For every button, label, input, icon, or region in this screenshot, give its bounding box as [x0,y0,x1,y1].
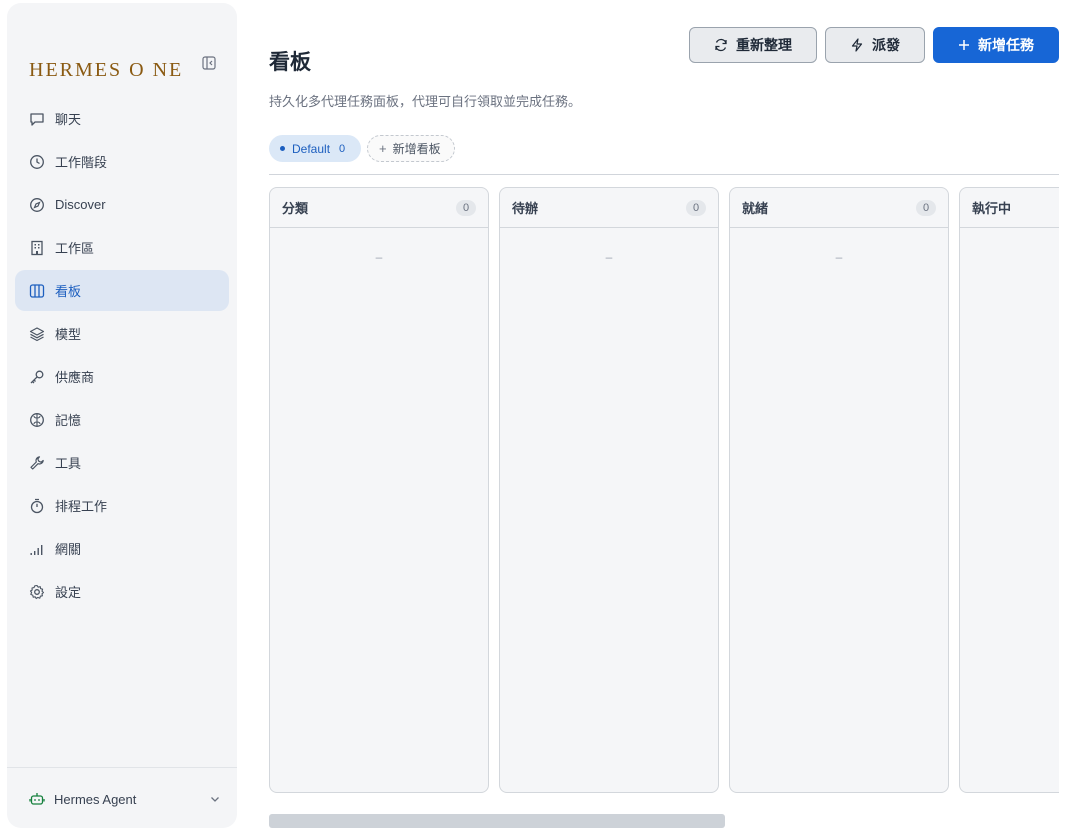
sidebar-item-label: 排程工作 [55,499,108,514]
column-title: 分類 [282,201,309,216]
sidebar-item-kanban[interactable]: 看板 [15,270,229,311]
agent-name: Hermes Agent [54,791,137,807]
sidebar-item-label: 設定 [55,585,82,600]
dispatch-button-label: 派發 [872,37,900,53]
collapse-sidebar-icon[interactable] [201,55,217,71]
refresh-button-label: 重新整理 [736,37,792,53]
sidebar-item-label: 供應商 [55,370,95,385]
refresh-icon [714,38,728,52]
sidebar-item-memory[interactable]: 記憶 [15,399,229,440]
sidebar-item-discover[interactable]: Discover [15,184,229,225]
timer-icon [29,498,45,514]
signal-icon [29,541,45,557]
sidebar-item-label: 記憶 [55,413,82,428]
wrench-icon [29,455,45,471]
tabs-divider [269,174,1059,175]
column-empty-placeholder: – [605,250,613,264]
add-board-label: 新增看板 [392,142,441,156]
column-header: 分類 0 [270,188,488,228]
column-empty-placeholder: – [835,250,843,264]
robot-icon [29,791,45,807]
column-title: 就緒 [742,201,769,216]
building-icon [29,240,45,256]
lightning-icon [850,38,864,52]
board-tab-count: 0 [339,142,346,155]
kanban-icon [29,283,45,299]
sidebar-item-label: 看板 [55,284,82,299]
plus-icon [958,39,970,51]
new-task-button[interactable]: 新增任務 [933,27,1059,63]
sidebar-item-label: 工作階段 [55,155,108,170]
new-task-button-label: 新增任務 [978,37,1034,53]
brand-logo: HERMES O NE [29,59,184,81]
kanban-column-ready: 就緒 0 – [729,187,949,793]
add-board-button[interactable]: + 新增看板 [367,135,455,162]
column-title: 執行中 [972,201,1012,216]
dispatch-button[interactable]: 派發 [825,27,925,63]
agent-selector[interactable]: Hermes Agent [29,788,221,810]
horizontal-scrollbar[interactable] [269,814,725,828]
sidebar-item-scheduled-jobs[interactable]: 排程工作 [15,485,229,526]
column-empty-placeholder: – [375,250,383,264]
refresh-button[interactable]: 重新整理 [689,27,817,63]
column-header: 執行中 [960,188,1059,228]
sidebar-divider [7,767,237,768]
compass-icon [29,197,45,213]
gear-icon [29,584,45,600]
chevron-down-icon [209,793,221,805]
active-dot-icon [280,146,285,151]
chat-icon [29,111,45,127]
sidebar-item-label: 工具 [55,456,82,471]
key-icon [29,369,45,385]
column-header: 待辦 0 [500,188,718,228]
sidebar-item-label: 網關 [55,542,82,557]
sidebar-item-models[interactable]: 模型 [15,313,229,354]
sidebar-item-label: 聊天 [55,112,82,127]
column-count-badge: 0 [916,199,936,216]
column-count-badge: 0 [456,199,476,216]
kanban-column-todo: 待辦 0 – [499,187,719,793]
layers-icon [29,326,45,342]
column-count-badge: 0 [686,199,706,216]
clock-icon [29,154,45,170]
plus-icon: + [379,141,387,156]
board-tab-label: Default [292,141,331,156]
kanban-board: 分類 0 – 待辦 0 – 就緒 0 – 執行中 [269,187,1059,793]
board-tab-default[interactable]: Default 0 [269,135,361,162]
sidebar-item-workspace[interactable]: 工作區 [15,227,229,268]
sidebar-item-label: 工作區 [55,241,95,256]
column-title: 待辦 [512,201,539,216]
sidebar-item-settings[interactable]: 設定 [15,571,229,612]
sidebar-item-label: 模型 [55,327,82,342]
column-header: 就緒 0 [730,188,948,228]
kanban-column-triage: 分類 0 – [269,187,489,793]
sidebar-nav: 聊天 工作階段 Discover 工作區 看板 模型 供應商 記憶 工具 排程工… [15,98,229,614]
sidebar-item-gateway[interactable]: 網關 [15,528,229,569]
page-title: 看板 [269,51,311,74]
sidebar-item-chat[interactable]: 聊天 [15,98,229,139]
brain-icon [29,412,45,428]
sidebar-item-label: Discover [55,197,106,212]
sidebar-item-sessions[interactable]: 工作階段 [15,141,229,182]
kanban-column-running: 執行中 [959,187,1059,793]
sidebar-item-providers[interactable]: 供應商 [15,356,229,397]
sidebar: HERMES O NE 聊天 工作階段 Discover 工作區 看板 模型 供… [7,3,237,828]
sidebar-item-tools[interactable]: 工具 [15,442,229,483]
page-subtitle: 持久化多代理任務面板，代理可自行領取並完成任務。 [269,94,582,109]
